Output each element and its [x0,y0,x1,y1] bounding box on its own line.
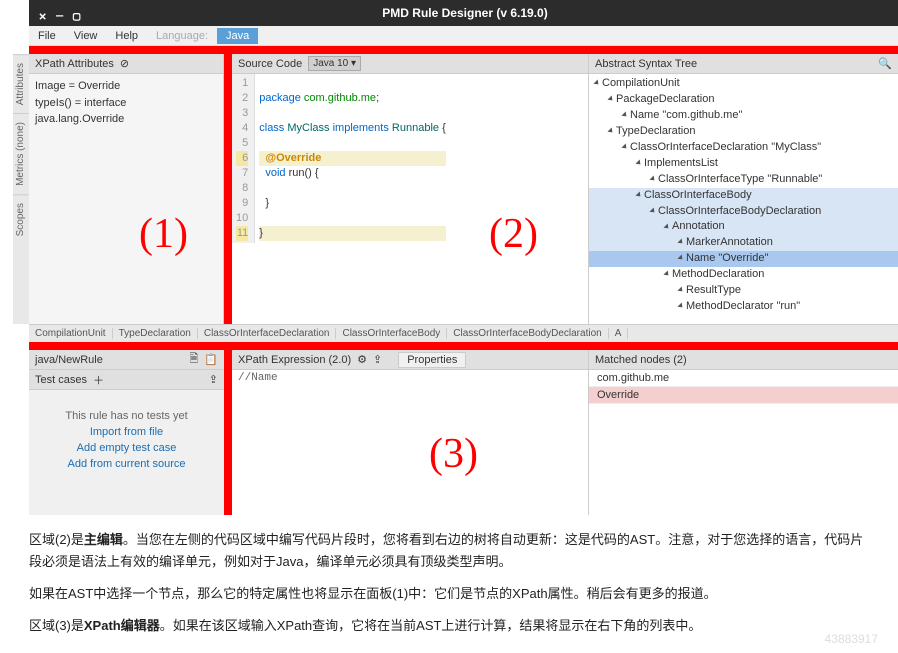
matched-title: Matched nodes (2) [595,354,687,366]
ast-node[interactable]: MarkerAnnotation [589,235,898,251]
add-from-source-link[interactable]: Add from current source [39,458,214,470]
matched-item[interactable]: Override [589,387,898,404]
breadcrumb-item[interactable]: CompilationUnit [29,328,113,339]
tests-panel: java/NewRule 🗎 📋 Test cases ＋ ⇪ This rul… [29,350,224,515]
close-icon[interactable]: ✕ [39,9,48,18]
export-icon[interactable]: ⇪ [209,373,218,387]
menu-language-label: Language: [147,30,217,42]
minimize-icon[interactable]: — [56,9,65,18]
ast-breadcrumb: CompilationUnitTypeDeclarationClassOrInt… [29,324,898,342]
matched-panel: Matched nodes (2) com.github.me Override [588,350,898,515]
region-label-3: (3) [429,430,478,478]
ast-node[interactable]: ResultType [589,283,898,299]
xpath-editor-panel: XPath Expression (2.0) ⚙ ⇪ Properties //… [232,350,588,515]
add-empty-link[interactable]: Add empty test case [39,442,214,454]
menu-language-java[interactable]: Java [217,28,258,44]
rule-path: java/NewRule [35,354,103,366]
xpath-attrs-title: XPath Attributes [35,58,114,70]
side-tabs: Attributes Metrics (none) Scopes [13,54,29,324]
ast-title: Abstract Syntax Tree [595,58,697,70]
no-tests-label: This rule has no tests yet [39,410,214,422]
region-label-2: (2) [489,210,538,258]
xpath-attributes-panel: XPath Attributes ⊘ Image = Override type… [29,54,224,324]
watermark: 43883917 [825,629,878,649]
matched-item[interactable]: com.github.me [589,370,898,387]
search-icon[interactable]: 🔍 [878,57,892,71]
xpath-expr-title: XPath Expression (2.0) [238,354,351,366]
ast-tree[interactable]: CompilationUnitPackageDeclarationName "c… [589,74,898,317]
ast-node[interactable]: CompilationUnit [589,76,898,92]
ast-node[interactable]: Name "com.github.me" [589,108,898,124]
breadcrumb-item[interactable]: ClassOrInterfaceBody [336,328,447,339]
properties-button[interactable]: Properties [398,352,466,368]
sidetab-scopes[interactable]: Scopes [13,194,29,244]
menu-help[interactable]: Help [106,30,147,42]
ast-node[interactable]: ClassOrInterfaceType "Runnable" [589,172,898,188]
export-icon[interactable]: ⇪ [373,353,382,367]
ast-node[interactable]: ClassOrInterfaceDeclaration "MyClass" [589,140,898,156]
ast-node[interactable]: PackageDeclaration [589,92,898,108]
menu-file[interactable]: File [29,30,65,42]
line-gutter: 1234567891011 [232,74,255,243]
window-title: PMD Rule Designer (v 6.19.0) [92,6,838,20]
source-panel: Source Code Java 10 ▾ 1234567891011 pack… [232,54,588,324]
import-link[interactable]: Import from file [39,426,214,438]
ast-node[interactable]: MethodDeclaration [589,267,898,283]
ast-node[interactable]: Name "Override" [589,251,898,267]
copy-icon[interactable]: 📋 [204,353,218,367]
ast-node[interactable]: ClassOrInterfaceBodyDeclaration [589,204,898,220]
region-divider [29,46,898,54]
ast-panel: Abstract Syntax Tree 🔍 CompilationUnitPa… [588,54,898,324]
breadcrumb-item[interactable]: A [609,328,629,339]
menu-view[interactable]: View [65,30,107,42]
ast-node[interactable]: TypeDeclaration [589,124,898,140]
add-icon[interactable]: ＋ [93,372,104,388]
no-icon[interactable]: ⊘ [120,57,129,71]
titlebar: ✕ — ▢ PMD Rule Designer (v 6.19.0) [29,0,898,26]
ast-node[interactable]: ClassOrInterfaceBody [589,188,898,204]
code-editor[interactable]: package com.github.me; class MyClass imp… [255,74,450,243]
testcases-title: Test cases [35,374,87,386]
sidetab-attributes[interactable]: Attributes [13,54,29,113]
doc-icon[interactable]: 🗎 [189,350,198,369]
article-text: 区域(2)是主编辑。当您在左侧的代码区域中编写代码片段时，您将看到右边的树将自动… [0,515,898,653]
ast-node[interactable]: MethodDeclarator "run" [589,299,898,315]
region-divider [224,54,232,324]
ast-node[interactable]: ImplementsList [589,156,898,172]
breadcrumb-item[interactable]: TypeDeclaration [113,328,198,339]
lang-dropdown[interactable]: Java 10 ▾ [308,56,361,71]
region-divider [29,342,898,350]
source-title: Source Code [238,58,302,70]
menubar: File View Help Language: Java [29,26,898,46]
gear-icon[interactable]: ⚙ [357,353,367,367]
ast-node[interactable]: Annotation [589,219,898,235]
region-divider [224,350,232,515]
xpath-input[interactable]: //Name [232,370,588,386]
xpath-attr-row: Image = Override [35,78,217,95]
breadcrumb-item[interactable]: ClassOrInterfaceDeclaration [198,328,337,339]
sidetab-metrics[interactable]: Metrics (none) [13,113,29,194]
maximize-icon[interactable]: ▢ [73,9,82,18]
breadcrumb-item[interactable]: ClassOrInterfaceBodyDeclaration [447,328,608,339]
xpath-attr-row: typeIs() = interface java.lang.Override [35,95,217,128]
region-label-1: (1) [139,210,188,258]
